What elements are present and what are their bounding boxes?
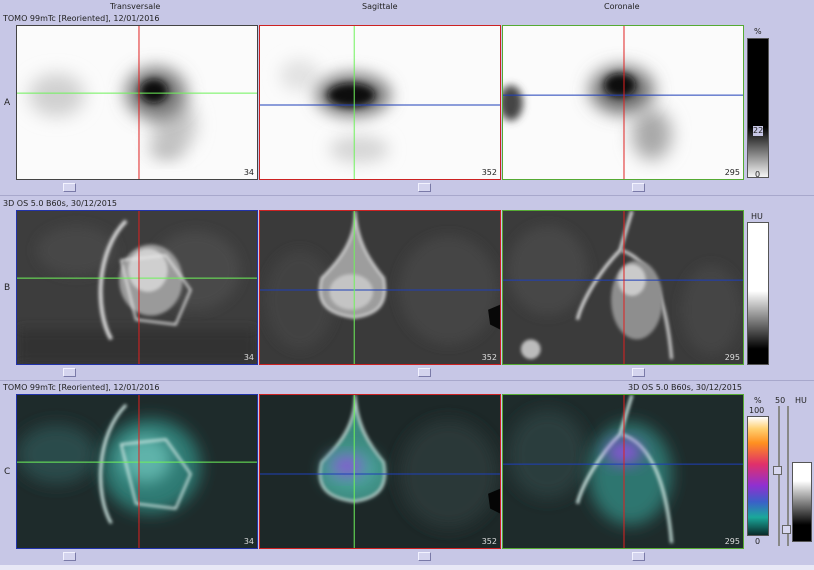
window-slider-track xyxy=(778,406,780,546)
scale-c-min: 0 xyxy=(755,537,761,546)
row-label-b: B xyxy=(4,283,11,293)
slice-number-transversale: 34 xyxy=(243,168,254,177)
spect-transversale-image xyxy=(17,26,257,179)
viewport-c-coronale[interactable]: 295 xyxy=(502,394,744,549)
viewport-b-sagittale[interactable]: 352 xyxy=(259,210,501,365)
row-divider-bc xyxy=(0,380,814,381)
scale-a-mid: 22 xyxy=(753,126,764,136)
viewport-a-transversale[interactable]: 34 xyxy=(16,25,258,180)
fusion-coronale-image xyxy=(503,395,743,548)
series-label-c-right: 3D OS 5.0 B60s, 30/12/2015 xyxy=(628,383,743,392)
scale-c-pct-unit: % xyxy=(754,396,762,405)
scroll-handle-a-coronale[interactable] xyxy=(632,183,645,192)
header-transversale: Transversale xyxy=(110,2,161,11)
slice-number-fusion-transversale: 34 xyxy=(243,537,254,546)
scale-c-window: 50 xyxy=(775,396,786,405)
viewport-a-coronale[interactable]: 295 xyxy=(502,25,744,180)
scale-c-hu-unit: HU xyxy=(795,396,807,405)
viewport-b-coronale[interactable]: 295 xyxy=(502,210,744,365)
slice-number-ct-coronale: 295 xyxy=(724,353,740,362)
scroll-handle-b-sagittale[interactable] xyxy=(418,368,431,377)
slice-number-ct-sagittale: 352 xyxy=(481,353,497,362)
spect-sagittale-image xyxy=(260,26,500,179)
row-divider-ab xyxy=(0,195,814,196)
slice-number-fusion-coronale: 295 xyxy=(724,537,740,546)
ct-sagittale-image xyxy=(260,211,500,364)
scale-c-hu-colorbar[interactable] xyxy=(792,462,812,542)
scroll-handle-a-transversale[interactable] xyxy=(63,183,76,192)
series-label-a: TOMO 99mTc [Reoriented], 12/01/2016 xyxy=(3,14,160,23)
scale-a-colorbar[interactable] xyxy=(747,38,769,178)
scale-a-unit: % xyxy=(754,27,762,36)
ct-transversale-image xyxy=(17,211,257,364)
header-sagittale: Sagittale xyxy=(362,2,398,11)
scroll-handle-c-coronale[interactable] xyxy=(632,552,645,561)
scale-c-max: 100 xyxy=(749,406,765,415)
viewport-a-sagittale[interactable]: 352 xyxy=(259,25,501,180)
slice-number-sagittale: 352 xyxy=(481,168,497,177)
scroll-handle-c-transversale[interactable] xyxy=(63,552,76,561)
scroll-handle-b-coronale[interactable] xyxy=(632,368,645,377)
bottom-status-strip xyxy=(0,565,814,570)
scale-b-unit: HU xyxy=(751,212,763,221)
ct-coronale-image xyxy=(503,211,743,364)
viewport-c-transversale[interactable]: 34 xyxy=(16,394,258,549)
fusion-sagittale-image xyxy=(260,395,500,548)
scale-b-colorbar[interactable] xyxy=(747,222,769,365)
level-slider-handle[interactable] xyxy=(782,525,791,534)
slice-number-fusion-sagittale: 352 xyxy=(481,537,497,546)
slice-number-ct-transversale: 34 xyxy=(243,353,254,362)
viewport-b-transversale[interactable]: 34 xyxy=(16,210,258,365)
scroll-handle-c-sagittale[interactable] xyxy=(418,552,431,561)
row-label-c: C xyxy=(4,467,11,477)
scroll-handle-a-sagittale[interactable] xyxy=(418,183,431,192)
scale-a-min: 0 xyxy=(755,170,761,179)
window-slider-handle[interactable] xyxy=(773,466,782,475)
viewport-c-sagittale[interactable]: 352 xyxy=(259,394,501,549)
scroll-handle-b-transversale[interactable] xyxy=(63,368,76,377)
slice-number-coronale: 295 xyxy=(724,168,740,177)
fusion-transversale-image xyxy=(17,395,257,548)
series-label-b: 3D OS 5.0 B60s, 30/12/2015 xyxy=(3,199,118,208)
series-label-c-left: TOMO 99mTc [Reoriented], 12/01/2016 xyxy=(3,383,160,392)
scale-c-colorbar[interactable] xyxy=(747,416,769,536)
header-coronale: Coronale xyxy=(604,2,640,11)
row-label-a: A xyxy=(4,98,11,108)
spect-coronale-image xyxy=(503,26,743,179)
